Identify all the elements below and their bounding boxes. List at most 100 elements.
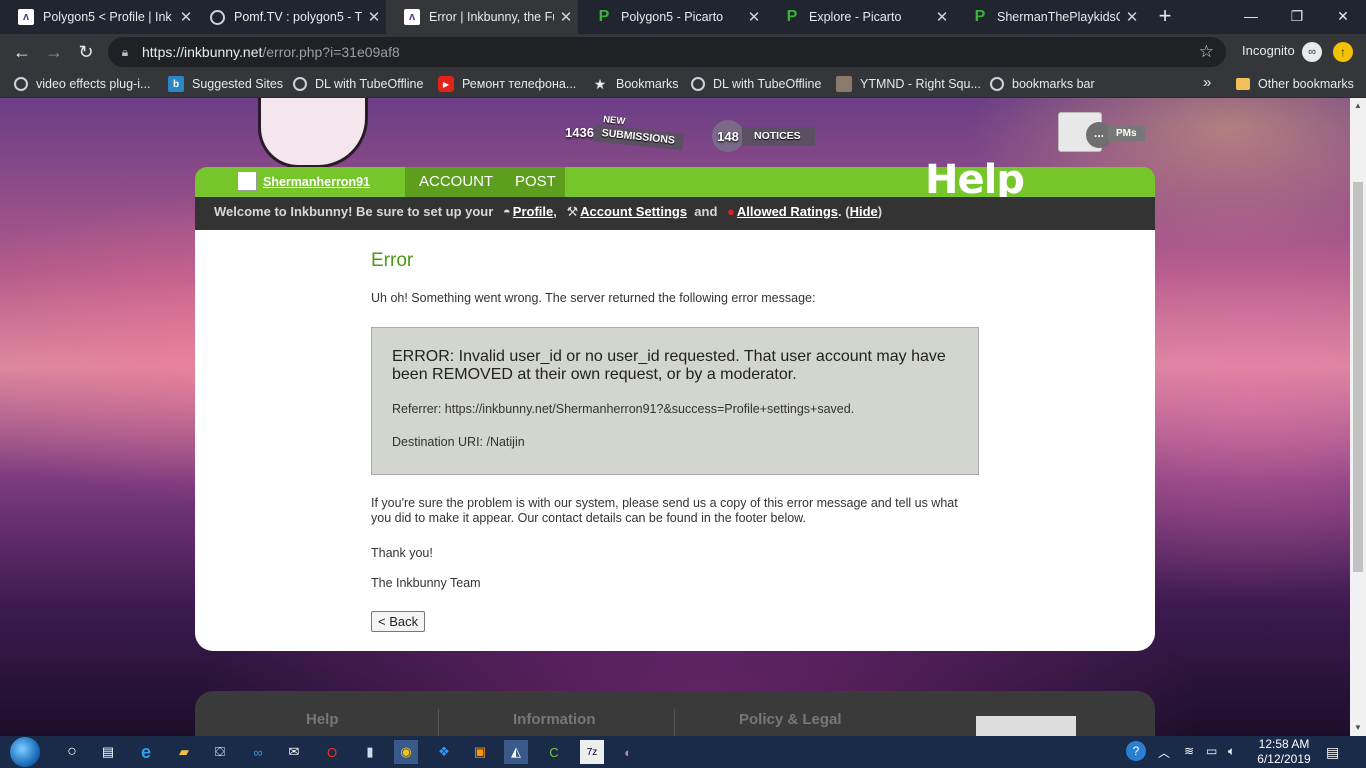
browser-toolbar: ← → ↻ 🔒︎ https://inkbunny.net/error.php?…: [0, 34, 1366, 70]
close-tab-icon[interactable]: ✕: [1120, 8, 1144, 26]
7zip-icon[interactable]: 7z: [580, 740, 604, 764]
browser-tab[interactable]: ʌ Polygon5 < Profile | Ink ✕: [0, 0, 198, 34]
search-icon[interactable]: ○: [60, 740, 84, 764]
chrome-icon[interactable]: ◉: [394, 740, 418, 764]
file-explorer-icon[interactable]: ▰: [172, 740, 196, 764]
task-view-icon[interactable]: ▤: [96, 740, 120, 764]
notices-label: NOTICES: [742, 126, 815, 146]
app-icon[interactable]: ▣: [468, 740, 492, 764]
notifications-icon[interactable]: ▤: [1326, 744, 1339, 761]
other-bookmarks-folder[interactable]: Other bookmarks: [1236, 75, 1354, 93]
picarto-icon: P: [598, 8, 610, 25]
error-content: Error Uh oh! Something went wrong. The s…: [371, 250, 979, 632]
ratings-icon: ●: [727, 204, 735, 219]
close-tab-icon[interactable]: ✕: [930, 8, 954, 26]
error-referrer: Referrer: https://inkbunny.net/Shermanhe…: [392, 402, 855, 416]
forward-arrow-icon[interactable]: →: [42, 40, 66, 64]
close-tab-icon[interactable]: ✕: [554, 8, 578, 26]
footer-help-heading: Help: [306, 711, 339, 728]
avatar[interactable]: [237, 171, 257, 191]
close-tab-icon[interactable]: ✕: [742, 8, 766, 26]
opera-icon[interactable]: O: [320, 740, 344, 764]
globe-icon: [293, 77, 307, 91]
tab-title: Polygon5 < Profile | Ink: [43, 10, 172, 24]
dropbox-icon[interactable]: ❖: [432, 740, 456, 764]
browser-tab-active[interactable]: ʌ Error | Inkbunny, the Fu ✕: [386, 0, 578, 34]
store-icon[interactable]: ⛋: [208, 740, 232, 764]
bookmark-item[interactable]: DL with TubeOffline: [691, 75, 821, 93]
youtube-icon: ▶: [438, 76, 454, 92]
allowed-ratings-link[interactable]: Allowed Ratings: [737, 204, 838, 219]
bookmark-item[interactable]: YTMND - Right Squ...: [836, 75, 981, 93]
bing-icon: b: [168, 76, 184, 92]
start-button[interactable]: [10, 737, 40, 767]
page-title: Error: [371, 250, 414, 271]
wifi-icon[interactable]: ≋: [1184, 744, 1194, 758]
camtasia-icon[interactable]: C: [542, 740, 566, 764]
incognito-icon[interactable]: ∞: [1302, 42, 1322, 62]
browser-tab[interactable]: P ShermanThePlaykidsOt ✕: [954, 0, 1144, 34]
app-icon[interactable]: ∞: [246, 740, 270, 764]
browser-tab[interactable]: P Polygon5 - Picarto ✕: [578, 0, 766, 34]
divider: [674, 709, 675, 736]
notices-counter[interactable]: 148 NOTICES: [712, 120, 815, 152]
new-tab-button[interactable]: +: [1153, 4, 1177, 28]
profile-link[interactable]: Profile: [513, 204, 553, 219]
bookmark-item[interactable]: DL with TubeOffline: [293, 75, 423, 93]
volume-icon[interactable]: 🔈︎: [1228, 744, 1235, 759]
scroll-down-arrow-icon[interactable]: ▼: [1350, 720, 1366, 736]
nav-account[interactable]: ACCOUNT: [419, 173, 493, 190]
account-settings-link[interactable]: Account Settings: [580, 204, 687, 219]
hide-link[interactable]: Hide: [850, 204, 878, 219]
chevron-up-icon[interactable]: ︿: [1158, 744, 1170, 761]
footer-badge-image: [976, 716, 1076, 736]
bookmark-item[interactable]: ▶ Ремонт телефона...: [438, 75, 576, 93]
minimize-button[interactable]: —: [1228, 0, 1274, 34]
username-link[interactable]: Shermanherron91: [263, 175, 370, 189]
bookmark-item[interactable]: b Suggested Sites: [168, 75, 283, 93]
reload-icon[interactable]: ↻: [74, 40, 98, 64]
notepad-icon[interactable]: ▮: [358, 740, 382, 764]
scrollbar-thumb[interactable]: [1353, 182, 1363, 572]
new-submissions-counter[interactable]: 1436 NEW SUBMISSIONS: [565, 114, 684, 151]
menu-icon[interactable]: ↑: [1333, 42, 1353, 62]
close-tab-icon[interactable]: ✕: [362, 8, 386, 26]
star-icon: ★: [593, 75, 607, 92]
battery-icon[interactable]: ▭: [1206, 744, 1217, 758]
address-bar[interactable]: 🔒︎ https://inkbunny.net/error.php?i=31e0…: [108, 37, 1226, 67]
incognito-label: Incognito: [1242, 43, 1295, 58]
system-clock[interactable]: 12:58 AM 6/12/2019: [1252, 737, 1316, 767]
tab-title: Pomf.TV : polygon5 - Th: [234, 10, 362, 24]
welcome-banner: Welcome to Inkbunny! Be sure to set up y…: [195, 197, 1155, 230]
settings-icon: ⚒: [566, 204, 579, 219]
help-icon[interactable]: ?: [1126, 741, 1146, 761]
mail-icon[interactable]: ✉: [282, 740, 306, 764]
mascot-illustration: [258, 98, 368, 168]
content-card: Error Uh oh! Something went wrong. The s…: [195, 230, 1155, 651]
page-scrollbar[interactable]: ▲ ▼: [1350, 98, 1366, 736]
error-message: ERROR: Invalid user_id or no user_id req…: [392, 348, 946, 383]
browser-tab[interactable]: Pomf.TV : polygon5 - Th ✕: [192, 0, 386, 34]
lock-icon: 🔒︎: [121, 44, 129, 59]
back-button[interactable]: < Back: [371, 611, 426, 632]
app-icon[interactable]: ◐: [616, 740, 640, 764]
inkscape-icon[interactable]: ◭: [504, 740, 528, 764]
bookmark-item[interactable]: video effects plug-i...: [14, 75, 150, 93]
bookmark-item[interactable]: bookmarks bar: [990, 75, 1095, 93]
more-bookmarks-button[interactable]: »: [1203, 74, 1211, 91]
contact-note: If you're sure the problem is with our s…: [371, 496, 958, 525]
globe-icon: [210, 9, 225, 25]
close-window-button[interactable]: ✕: [1320, 0, 1366, 34]
browser-tab[interactable]: P Explore - Picarto ✕: [766, 0, 954, 34]
bookmark-item[interactable]: ★ Bookmarks: [592, 75, 679, 93]
nav-post[interactable]: POST: [515, 173, 556, 190]
edge-icon[interactable]: e: [134, 740, 158, 764]
bookmark-star-icon[interactable]: ☆: [1199, 42, 1214, 62]
profile-icon: ◓: [502, 204, 511, 219]
scroll-up-arrow-icon[interactable]: ▲: [1350, 98, 1366, 114]
private-messages-counter[interactable]: ... PMs: [1058, 112, 1148, 154]
inkbunny-icon: ʌ: [18, 9, 34, 25]
restore-button[interactable]: ❐: [1274, 0, 1320, 34]
tab-title: ShermanThePlaykidsOt: [997, 10, 1120, 24]
back-arrow-icon[interactable]: ←: [10, 40, 34, 64]
